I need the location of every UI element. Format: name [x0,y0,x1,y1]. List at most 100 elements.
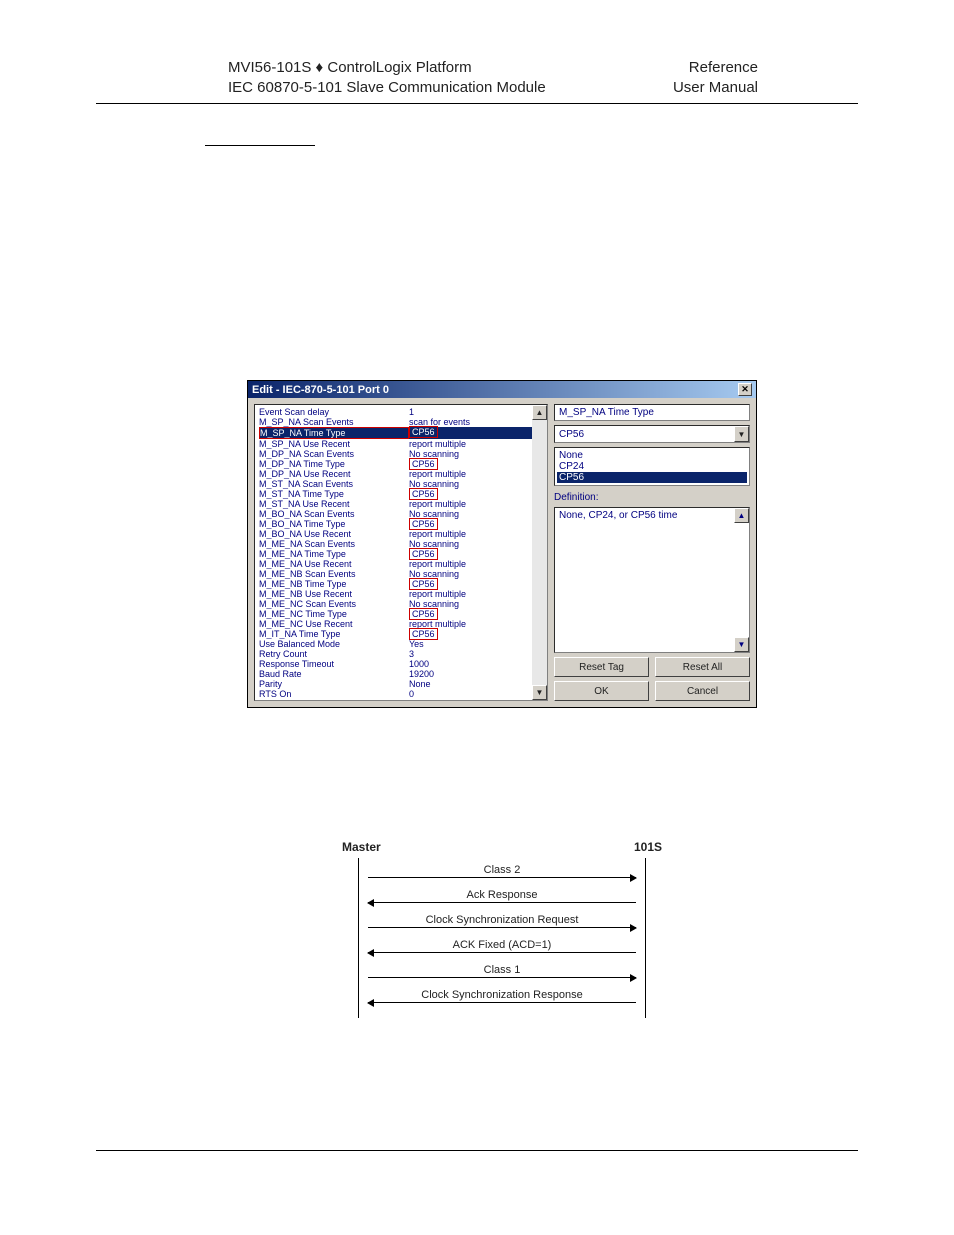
param-name: Use Balanced Mode [259,639,409,649]
arrow-left-icon [368,1002,636,1003]
param-row[interactable]: Baud Rate19200 [259,669,532,679]
param-row[interactable]: M_ME_NA Time TypeCP56 [259,549,532,559]
seq-message-text: Class 2 [368,864,636,876]
param-row[interactable]: M_DP_NA Scan EventsNo scanning [259,449,532,459]
param-name: M_SP_NA Use Recent [259,439,409,449]
param-value: report multiple [409,439,532,449]
dialog-title-text: Edit - IEC-870-5-101 Port 0 [252,384,389,396]
param-name: M_DP_NA Use Recent [259,469,409,479]
combobox-dropdown-button[interactable]: ▼ [734,426,749,442]
param-value: Yes [409,639,532,649]
lifeline-101s [645,858,646,1018]
arrow-right-icon [368,877,636,878]
param-name: Response Timeout [259,659,409,669]
param-row[interactable]: M_BO_NA Time TypeCP56 [259,519,532,529]
definition-box: None, CP24, or CP56 time ▲ ▼ [554,507,750,653]
param-row[interactable]: RTS Off0 [259,699,532,701]
param-value: 1 [409,407,532,417]
param-value: report multiple [409,469,532,479]
param-row[interactable]: M_SP_NA Use Recentreport multiple [259,439,532,449]
seq-message: Class 1 [368,964,636,978]
param-row[interactable]: M_ME_NB Use Recentreport multiple [259,589,532,599]
options-listbox[interactable]: NoneCP24CP56 [554,447,750,486]
param-value: 0 [409,699,532,701]
param-row[interactable]: ParityNone [259,679,532,689]
param-name: M_ME_NA Scan Events [259,539,409,549]
param-name: M_SP_NA Scan Events [259,417,409,427]
param-name: M_ME_NB Time Type [259,579,409,589]
seq-message: ACK Fixed (ACD=1) [368,939,636,953]
param-row[interactable]: M_SP_NA Scan Eventsscan for events [259,417,532,427]
param-value: CP56 [409,489,532,499]
sequence-diagram: Master 101S Class 2Ack ResponseClock Syn… [342,840,662,1018]
param-row[interactable]: M_ME_NB Scan EventsNo scanning [259,569,532,579]
param-row[interactable]: Response Timeout1000 [259,659,532,669]
header-left-line2: IEC 60870-5-101 Slave Communication Modu… [228,78,546,98]
param-row[interactable]: Use Balanced ModeYes [259,639,532,649]
param-name: Retry Count [259,649,409,659]
param-row[interactable]: M_ST_NA Use Recentreport multiple [259,499,532,509]
param-row[interactable]: Retry Count3 [259,649,532,659]
param-value: CP56 [409,609,532,619]
param-row[interactable]: M_ME_NA Scan EventsNo scanning [259,539,532,549]
option-item[interactable]: CP56 [557,472,747,483]
cancel-button[interactable]: Cancel [655,681,750,701]
param-name: M_DP_NA Time Type [259,459,409,469]
param-name: M_ST_NA Scan Events [259,479,409,489]
param-name: M_ME_NC Scan Events [259,599,409,609]
seq-message: Ack Response [368,889,636,903]
def-scroll-down[interactable]: ▼ [734,637,749,652]
close-icon: ✕ [741,384,749,395]
param-value: 3 [409,649,532,659]
param-row[interactable]: M_BO_NA Scan EventsNo scanning [259,509,532,519]
param-name: M_BO_NA Scan Events [259,509,409,519]
param-name: M_ME_NC Use Recent [259,619,409,629]
close-button[interactable]: ✕ [738,383,752,396]
param-row[interactable]: M_ME_NC Time TypeCP56 [259,609,532,619]
arrow-left-icon [368,952,636,953]
param-row[interactable]: M_DP_NA Use Recentreport multiple [259,469,532,479]
param-name: M_IT_NA Time Type [259,629,409,639]
param-row[interactable]: M_IT_NA Time TypeCP56 [259,629,532,639]
scroll-down-button[interactable]: ▼ [532,685,547,700]
param-row[interactable]: M_ME_NC Use Recentreport multiple [259,619,532,629]
scrollbar-track[interactable] [532,420,547,685]
param-value: CP56 [409,459,532,469]
value-combobox[interactable]: CP56 ▼ [554,425,750,443]
param-row[interactable]: M_ST_NA Scan EventsNo scanning [259,479,532,489]
parameter-list[interactable]: Event Scan delay1M_SP_NA Scan Eventsscan… [255,405,532,701]
reset-tag-button[interactable]: Reset Tag [554,657,649,677]
def-scroll-up[interactable]: ▲ [734,508,749,523]
seq-message-text: Ack Response [368,889,636,901]
detail-panel: M_SP_NA Time Type CP56 ▼ NoneCP24CP56 De… [554,404,750,701]
header-right: Reference User Manual [673,58,758,97]
param-row[interactable]: M_ME_NB Time TypeCP56 [259,579,532,589]
param-row[interactable]: M_ME_NC Scan EventsNo scanning [259,599,532,609]
param-row[interactable]: Event Scan delay1 [259,407,532,417]
seq-message-text: ACK Fixed (ACD=1) [368,939,636,951]
option-item[interactable]: None [557,450,747,461]
param-name: M_ME_NB Scan Events [259,569,409,579]
header-left: MVI56-101S ♦ ControlLogix Platform IEC 6… [228,58,546,97]
seq-message-text: Clock Synchronization Request [368,914,636,926]
seq-message-text: Class 1 [368,964,636,976]
param-row[interactable]: M_ME_NA Use Recentreport multiple [259,559,532,569]
param-row[interactable]: M_ST_NA Time TypeCP56 [259,489,532,499]
param-name: M_ME_NA Time Type [259,549,409,559]
option-item[interactable]: CP24 [557,461,747,472]
definition-label: Definition: [554,492,750,503]
param-row[interactable]: M_BO_NA Use Recentreport multiple [259,529,532,539]
param-row[interactable]: M_SP_NA Time TypeCP56 [259,427,532,439]
seq-message-text: Clock Synchronization Response [368,989,636,1001]
param-value: 0 [409,689,532,699]
ok-button[interactable]: OK [554,681,649,701]
param-name: Parity [259,679,409,689]
scroll-up-button[interactable]: ▲ [532,405,547,420]
param-name: M_ME_NC Time Type [259,609,409,619]
param-name: M_BO_NA Time Type [259,519,409,529]
param-row[interactable]: RTS On0 [259,689,532,699]
reset-all-button[interactable]: Reset All [655,657,750,677]
seq-right-label: 101S [634,840,662,854]
param-row[interactable]: M_DP_NA Time TypeCP56 [259,459,532,469]
arrow-right-icon [368,977,636,978]
